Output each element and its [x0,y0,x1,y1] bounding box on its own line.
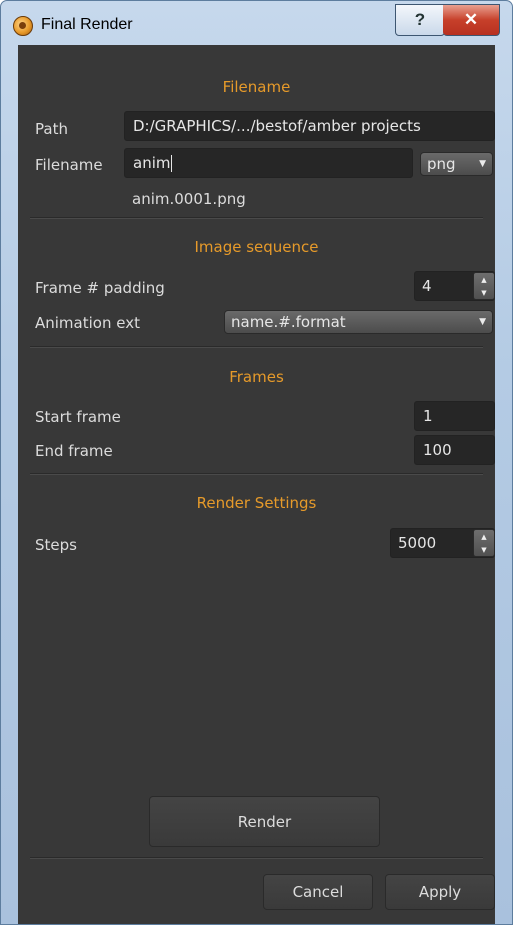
frame-padding-spinbox[interactable]: 4 ▲ ▼ [414,271,495,301]
app-icon [13,16,33,36]
animation-ext-label: Animation ext [35,314,140,332]
path-label: Path [35,120,68,138]
dialog-body: Filename Path D:/GRAPHICS/.../bestof/amb… [18,45,495,924]
spinner-buttons[interactable]: ▲ ▼ [473,272,495,300]
divider [30,857,483,859]
close-button[interactable]: ✕ [443,4,500,36]
title-bar[interactable]: Final Render ? ✕ [1,1,512,45]
render-button[interactable]: Render [149,796,380,847]
help-button[interactable]: ? [395,4,445,36]
window: Final Render ? ✕ Filename Path D:/GRAPHI… [0,0,513,925]
animation-ext-dropdown[interactable]: name.#.format ▼ [224,310,493,334]
window-title: Final Render [41,16,133,33]
filename-label: Filename [35,156,103,174]
path-input[interactable]: D:/GRAPHICS/.../bestof/amber projects [124,111,495,141]
divider [30,217,483,219]
steps-label: Steps [35,536,77,554]
image-sequence-section-title: Image sequence [194,238,319,256]
text-cursor [171,155,173,172]
render-button-label: Render [237,812,292,831]
end-frame-input[interactable]: 100 [414,435,495,465]
chevron-down-icon: ▼ [479,159,486,169]
spinner-buttons[interactable]: ▲ ▼ [473,529,495,557]
cancel-button-label: Cancel [292,883,344,901]
end-frame-label: End frame [35,442,113,460]
help-icon: ? [414,10,426,29]
start-frame-input[interactable]: 1 [414,401,495,431]
apply-button[interactable]: Apply [385,874,495,910]
frame-padding-label: Frame # padding [35,279,165,297]
spin-down-icon[interactable]: ▼ [474,543,494,556]
filename-input[interactable]: anim [124,148,413,178]
steps-spinbox[interactable]: 5000 ▲ ▼ [390,528,495,558]
divider [30,346,483,348]
spin-up-icon[interactable]: ▲ [474,530,494,543]
render-settings-section-title: Render Settings [196,494,317,512]
divider [30,473,483,475]
spin-up-icon[interactable]: ▲ [474,273,494,286]
start-frame-label: Start frame [35,408,121,426]
frames-section-title: Frames [229,368,284,386]
animation-ext-value: name.#.format [231,313,346,331]
chevron-down-icon: ▼ [479,317,486,327]
apply-button-label: Apply [418,883,462,901]
format-value: png [427,155,456,173]
format-dropdown[interactable]: png ▼ [420,152,493,176]
spin-down-icon[interactable]: ▼ [474,286,494,299]
filename-section-title: Filename [222,78,291,96]
cancel-button[interactable]: Cancel [263,874,373,910]
filename-value: anim [133,154,171,172]
close-icon: ✕ [463,10,479,29]
filename-preview: anim.0001.png [132,190,246,208]
